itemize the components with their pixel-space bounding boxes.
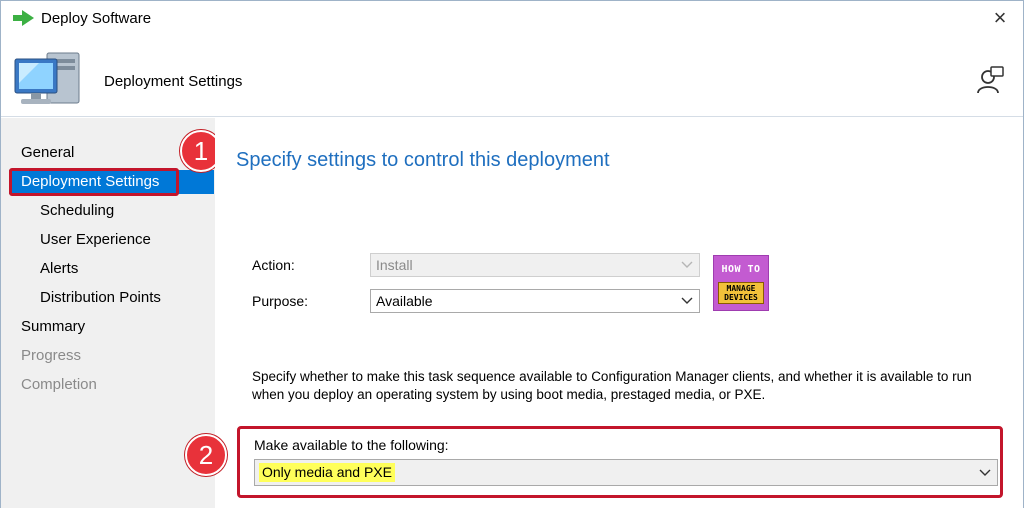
make-available-label: Make available to the following: — [254, 437, 449, 453]
annotation-box-make-available: Make available to the following: Only me… — [237, 426, 1003, 498]
purpose-dropdown[interactable]: Available — [370, 289, 700, 313]
step-badge-2: 2 — [185, 434, 227, 476]
deploy-software-dialog: Deploy Software × Deployment Settings Ge… — [0, 0, 1024, 508]
wizard-navigation: General Deployment Settings Scheduling U… — [1, 118, 215, 508]
user-help-icon[interactable] — [975, 65, 1005, 95]
chevron-down-icon — [681, 297, 693, 304]
make-available-dropdown[interactable]: Only media and PXE — [254, 459, 998, 486]
title-bar: Deploy Software × — [1, 1, 1023, 37]
computer-icon — [14, 52, 80, 104]
how-to-manage-devices-logo: HOW TO MANAGE DEVICES — [713, 255, 769, 311]
header-title: Deployment Settings — [104, 73, 243, 90]
green-arrow-icon — [13, 10, 34, 26]
purpose-value: Available — [376, 293, 433, 309]
action-label: Action: — [252, 257, 295, 273]
logo-text-devices: DEVICES — [724, 293, 758, 302]
logo-text-how-to: HOW TO — [721, 264, 761, 275]
nav-item-distribution-points[interactable]: Distribution Points — [40, 286, 161, 310]
nav-item-progress: Progress — [21, 347, 82, 364]
annotation-box-deployment-settings — [9, 168, 179, 196]
nav-item-scheduling[interactable]: Scheduling — [40, 199, 114, 223]
nav-item-completion: Completion — [21, 376, 97, 393]
nav-item-user-experience[interactable]: User Experience — [40, 228, 151, 252]
settings-panel: Specify settings to control this deploym… — [215, 118, 1023, 508]
nav-item-summary[interactable]: Summary — [21, 315, 85, 339]
nav-item-alerts[interactable]: Alerts — [40, 257, 78, 281]
action-value: Install — [376, 257, 413, 273]
purpose-label: Purpose: — [252, 293, 309, 309]
close-icon: × — [993, 5, 1007, 30]
close-button[interactable]: × — [987, 5, 1013, 31]
chevron-down-icon — [681, 261, 693, 268]
page-heading: Specify settings to control this deploym… — [236, 149, 610, 171]
chevron-down-icon — [979, 469, 991, 476]
wizard-header: Deployment Settings — [1, 37, 1023, 117]
window-title: Deploy Software — [41, 10, 152, 27]
logo-plate: MANAGE DEVICES — [718, 282, 764, 304]
make-available-value: Only media and PXE — [259, 463, 395, 482]
availability-description: Specify whether to make this task sequen… — [252, 369, 972, 402]
action-dropdown: Install — [370, 253, 700, 277]
nav-item-general[interactable]: General — [21, 141, 74, 165]
